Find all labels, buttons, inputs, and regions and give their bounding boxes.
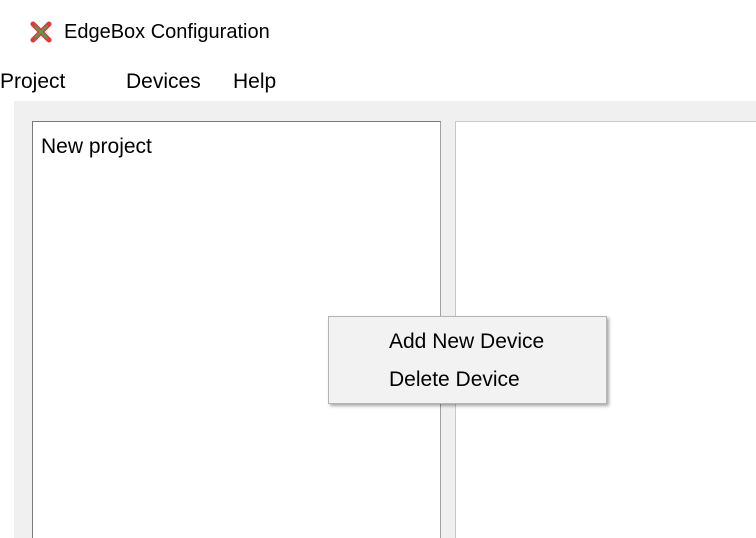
tree-item-new-project[interactable]: New project	[41, 134, 152, 160]
app-window: EdgeBox Configuration Project Devices He…	[0, 0, 756, 538]
menu-devices[interactable]: Devices	[126, 64, 201, 100]
menu-bar: Project Devices Help	[0, 64, 756, 100]
title-bar[interactable]: EdgeBox Configuration	[0, 0, 756, 64]
menu-project[interactable]: Project	[0, 64, 65, 100]
window-title: EdgeBox Configuration	[64, 21, 270, 43]
menu-help[interactable]: Help	[233, 64, 276, 100]
edgebox-x-icon	[30, 21, 52, 43]
context-item-add-new-device[interactable]: Add New Device	[330, 327, 605, 357]
context-menu: Add New Device Delete Device	[328, 316, 607, 404]
context-item-delete-device[interactable]: Delete Device	[330, 365, 605, 395]
